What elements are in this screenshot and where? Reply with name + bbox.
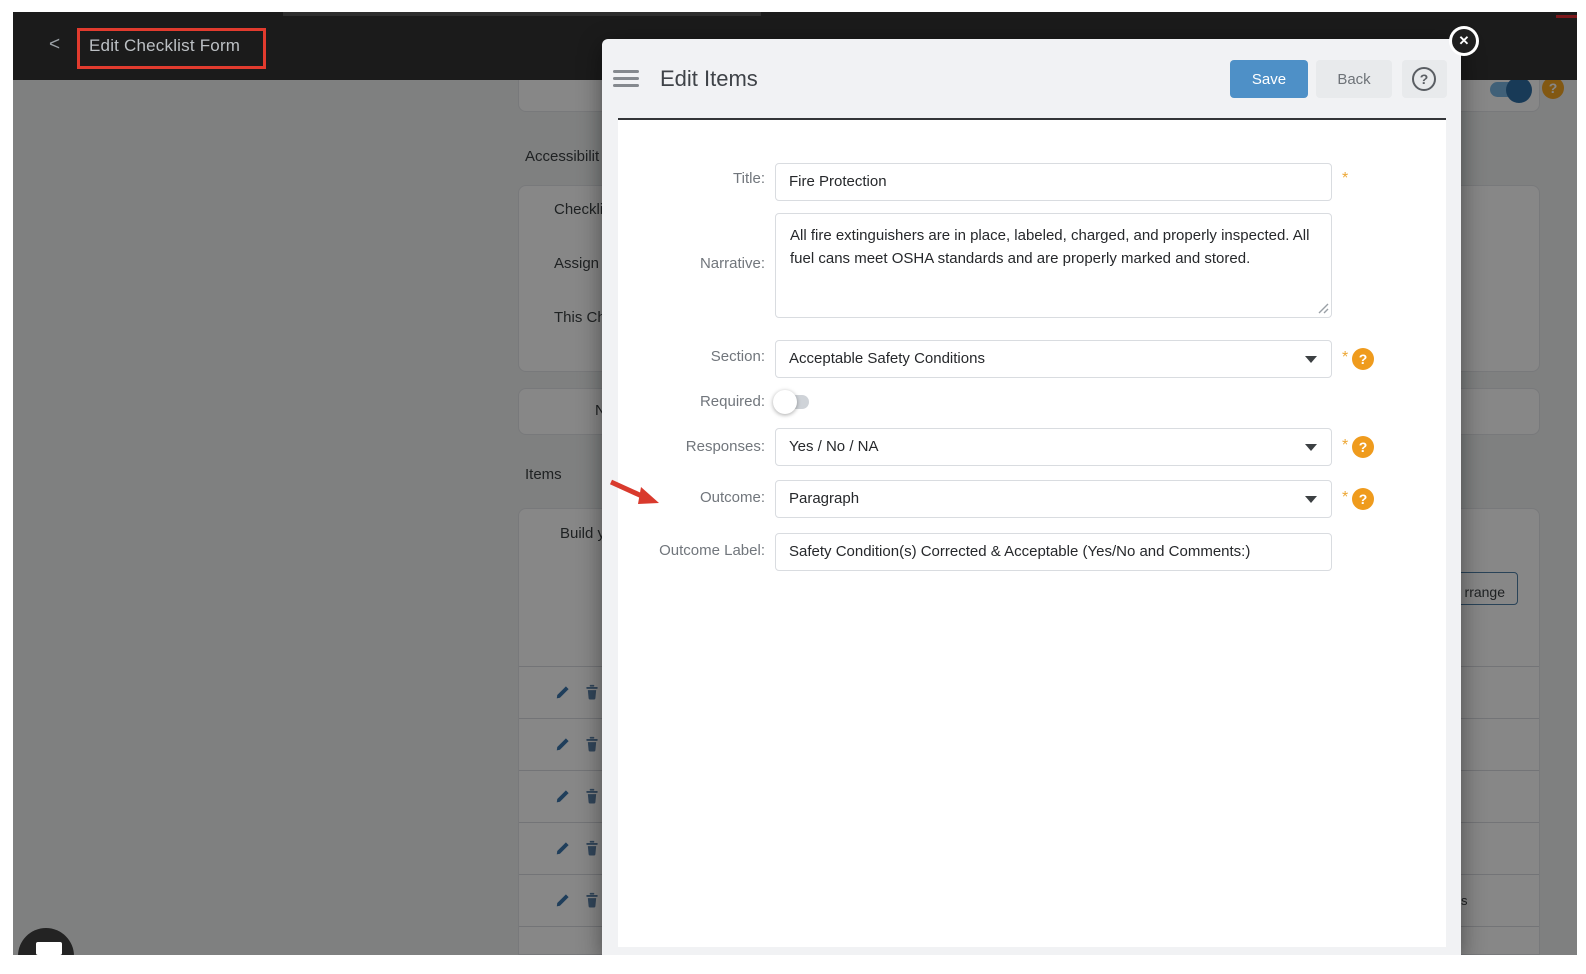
responses-help-icon[interactable]: ? [1352, 436, 1374, 458]
narrative-textarea[interactable]: All fire extinguishers are in place, lab… [775, 213, 1332, 318]
frame-left [0, 0, 13, 974]
recorder-bubble-notch [36, 942, 62, 955]
responses-select[interactable]: Yes / No / NA [775, 428, 1332, 466]
chevron-down-icon[interactable] [1305, 444, 1317, 451]
help-button[interactable]: ? [1402, 60, 1447, 98]
back-button[interactable]: Back [1316, 60, 1392, 98]
frame-bottom [0, 955, 1586, 974]
section-field-label: Section: [618, 348, 765, 365]
outcome-help-icon[interactable]: ? [1352, 488, 1374, 510]
save-button[interactable]: Save [1230, 60, 1308, 98]
annotation-red-mark [1556, 15, 1577, 18]
annotation-red-arrow [608, 477, 662, 511]
frame-top [0, 0, 1586, 12]
screen: Active ? Accessibilit Checklist Assign t… [0, 0, 1586, 974]
help-icon: ? [1412, 67, 1436, 91]
section-select[interactable]: Acceptable Safety Conditions [775, 340, 1332, 378]
narrative-field-label: Narrative: [618, 255, 765, 272]
required-field-label: Required: [618, 393, 765, 410]
section-help-icon[interactable]: ? [1352, 348, 1374, 370]
required-toggle-knob[interactable] [773, 390, 797, 414]
required-asterisk: * [1342, 437, 1348, 455]
menu-hamburger-icon[interactable] [613, 70, 639, 87]
modal-title: Edit Items [660, 66, 758, 92]
topbar-band [283, 12, 761, 16]
page-title: Edit Checklist Form [89, 36, 240, 56]
title-input[interactable]: Fire Protection [775, 163, 1332, 201]
close-button[interactable]: ✕ [1449, 26, 1479, 56]
outcome-select[interactable]: Paragraph [775, 480, 1332, 518]
outcome-label-input[interactable]: Safety Condition(s) Corrected & Acceptab… [775, 533, 1332, 571]
back-chevron-icon[interactable]: < [49, 34, 60, 56]
textarea-resize-handle[interactable] [1316, 301, 1330, 315]
responses-field-label: Responses: [618, 438, 765, 455]
required-asterisk: * [1342, 170, 1348, 188]
chevron-down-icon[interactable] [1305, 356, 1317, 363]
required-asterisk: * [1342, 349, 1348, 367]
outcome-label-field-label: Outcome Label: [618, 542, 765, 559]
frame-right [1577, 0, 1586, 974]
title-field-label: Title: [618, 170, 765, 187]
chevron-down-icon[interactable] [1305, 496, 1317, 503]
close-icon: ✕ [1452, 29, 1476, 53]
required-asterisk: * [1342, 489, 1348, 507]
